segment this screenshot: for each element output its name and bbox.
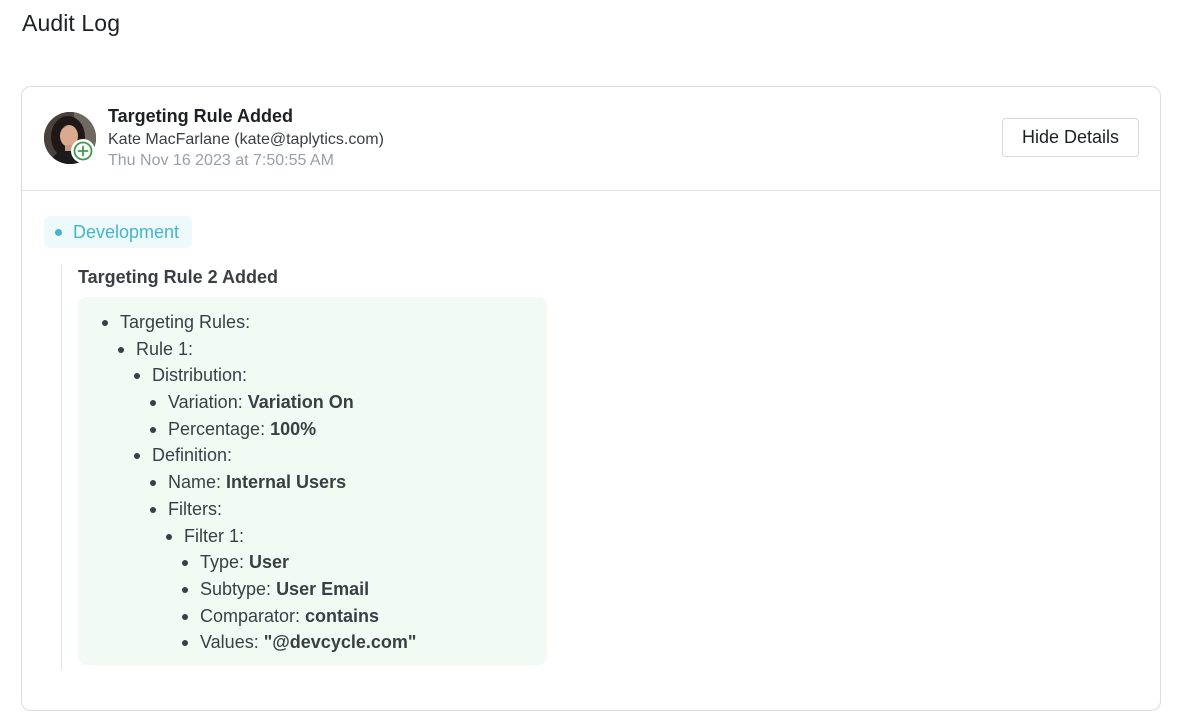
tree-item: Comparator: contains — [78, 603, 416, 630]
tree-item: Values: "@devcycle.com" — [78, 629, 416, 656]
environment-label: Development — [73, 221, 180, 242]
tree-item: Filters: — [78, 496, 416, 523]
entry-header: Targeting Rule Added Kate MacFarlane (ka… — [22, 87, 1160, 191]
tree-item: Type: User — [78, 549, 416, 576]
audit-log-entry: Targeting Rule Added Kate MacFarlane (ka… — [21, 86, 1161, 711]
event-title: Targeting Rule Added — [108, 106, 294, 126]
tree-item: Subtype: User Email — [78, 576, 416, 603]
environment-badge: Development — [44, 216, 193, 248]
change-tree: Targeting Rules: Rule 1: Distribution: V… — [78, 309, 416, 656]
tree-item: Name: Internal Users — [78, 469, 416, 496]
event-timestamp: Thu Nov 16 2023 at 7:50:55 AM — [108, 152, 334, 169]
tree-item: Definition: — [78, 442, 416, 469]
tree-item: Percentage: 100% — [78, 416, 416, 443]
hide-details-button[interactable]: Hide Details — [1002, 118, 1139, 157]
tree-item: Variation: Variation On — [78, 389, 416, 416]
environment-dot-icon — [55, 228, 62, 236]
page-title: Audit Log — [22, 10, 121, 36]
change-title: Targeting Rule 2 Added — [78, 267, 279, 287]
change-block: Targeting Rule 2 Added Targeting Rules: … — [61, 265, 582, 670]
plus-circle-icon — [71, 139, 95, 163]
tree-item: Targeting Rules: — [78, 309, 416, 336]
tree-item: Distribution: — [78, 362, 416, 389]
event-user: Kate MacFarlane (kate@taplytics.com) — [108, 131, 384, 148]
tree-item: Rule 1: — [78, 336, 416, 363]
change-details: Targeting Rules: Rule 1: Distribution: V… — [78, 297, 547, 665]
tree-item: Filter 1: — [78, 523, 416, 550]
